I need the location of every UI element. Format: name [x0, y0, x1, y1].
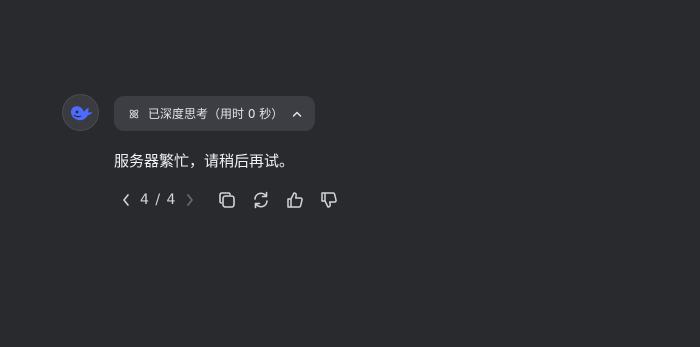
atom-icon	[128, 108, 140, 120]
response-pager: 4 / 4	[118, 190, 198, 210]
assistant-message: 服务器繁忙，请稍后再试。	[114, 152, 295, 170]
deepseek-whale-icon	[70, 105, 92, 120]
copy-icon	[219, 192, 236, 208]
chevron-left-icon	[123, 194, 129, 206]
thumbs-up-icon	[287, 192, 304, 208]
chat-page: 已深度思考（用时 0 秒） 服务器繁忙，请稍后再试。 4 / 4	[0, 0, 700, 347]
chevron-up-icon	[291, 108, 303, 120]
assistant-avatar	[62, 94, 99, 131]
message-actions: 4 / 4	[118, 189, 340, 211]
thinking-toggle-button[interactable]: 已深度思考（用时 0 秒）	[114, 96, 316, 131]
prev-response-button[interactable]	[118, 190, 134, 210]
chevron-right-icon	[187, 194, 194, 206]
thinking-label: 已深度思考（用时 0 秒）	[148, 107, 284, 121]
message-toolbar	[216, 189, 340, 211]
copy-button[interactable]	[216, 189, 238, 211]
thumbs-down-button[interactable]	[318, 189, 340, 211]
response-count: 4 / 4	[140, 192, 177, 208]
thumbs-down-icon	[321, 192, 338, 208]
regenerate-button[interactable]	[250, 189, 272, 211]
next-response-button[interactable]	[182, 190, 198, 210]
thumbs-up-button[interactable]	[284, 189, 306, 211]
regenerate-icon	[254, 191, 269, 209]
